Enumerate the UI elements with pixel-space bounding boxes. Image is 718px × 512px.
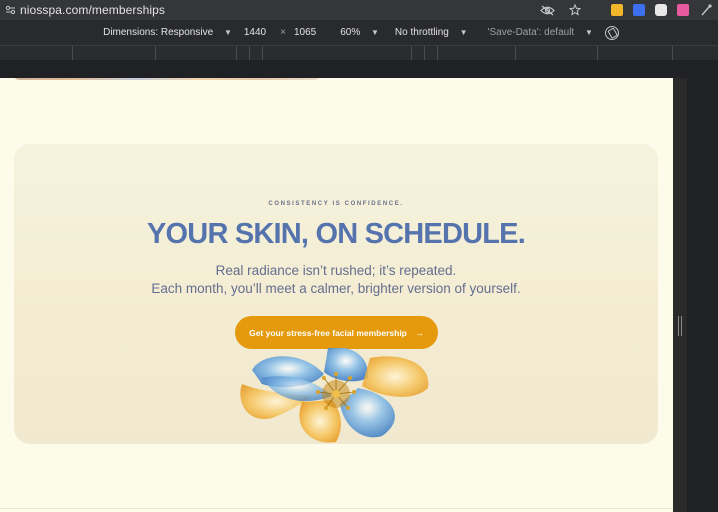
eyebrow-text: CONSISTENCY IS CONFIDENCE. bbox=[268, 201, 404, 207]
resize-handle-icon[interactable] bbox=[678, 316, 682, 336]
ruler-tick bbox=[411, 46, 412, 60]
hero-subtext-line-2: Each month, you’ll meet a calmer, bright… bbox=[151, 281, 521, 296]
previous-section-image bbox=[12, 78, 322, 80]
extension-icon[interactable] bbox=[655, 4, 667, 16]
ruler-tick bbox=[236, 46, 237, 60]
viewport-top-gap bbox=[0, 60, 718, 78]
hero-subtext-line-1: Real radiance isn’t rushed; it’s repeate… bbox=[215, 263, 457, 278]
url-text[interactable]: niosspa.com/memberships bbox=[20, 3, 165, 17]
extension-icon[interactable] bbox=[633, 4, 645, 16]
save-data-label: 'Save-Data': default bbox=[487, 27, 575, 38]
glass-flower-image bbox=[240, 348, 429, 443]
browser-actions bbox=[532, 0, 718, 20]
zoom-label: 60% bbox=[340, 27, 361, 38]
section-divider bbox=[0, 508, 673, 509]
zoom-select[interactable]: 60% ▼ bbox=[336, 27, 383, 38]
ruler-tick bbox=[597, 46, 598, 60]
height-input[interactable]: 1065 bbox=[294, 27, 316, 38]
membership-hero-card: CONSISTENCY IS CONFIDENCE. YOUR SKIN, ON… bbox=[14, 144, 658, 444]
viewport-resizer[interactable] bbox=[673, 78, 687, 512]
extension-icon[interactable] bbox=[611, 4, 623, 16]
site-info-icon[interactable] bbox=[0, 0, 20, 20]
star-icon[interactable] bbox=[562, 0, 588, 20]
ruler-tick bbox=[424, 46, 425, 60]
ruler-tick bbox=[437, 46, 438, 60]
extension-icon[interactable] bbox=[677, 4, 689, 16]
caret-down-icon: ▼ bbox=[459, 28, 468, 37]
ruler-tick bbox=[515, 46, 516, 60]
eye-off-icon[interactable] bbox=[532, 0, 562, 20]
caret-down-icon: ▼ bbox=[371, 28, 379, 37]
throttling-select[interactable]: No throttling ▼ bbox=[391, 27, 472, 38]
rotate-icon[interactable] bbox=[602, 22, 622, 43]
device-toolbar: Dimensions: Responsive ▼ 1440 × 1065 60%… bbox=[0, 20, 718, 46]
caret-down-icon: ▼ bbox=[223, 28, 232, 37]
cta-label: Get your stress-free facial membership bbox=[249, 327, 407, 338]
dimensions-select[interactable]: Dimensions: Responsive ▼ bbox=[99, 27, 236, 38]
save-data-select[interactable]: 'Save-Data': default ▼ bbox=[484, 27, 597, 38]
membership-cta-button[interactable]: Get your stress-free facial membership → bbox=[235, 316, 438, 349]
ruler-tick bbox=[262, 46, 263, 60]
ruler-tick bbox=[72, 46, 73, 60]
width-input[interactable]: 1440 bbox=[244, 27, 266, 38]
caret-down-icon: ▼ bbox=[584, 28, 593, 37]
media-query-ruler[interactable] bbox=[0, 46, 718, 60]
ruler-tick bbox=[155, 46, 156, 60]
dimensions-label: Dimensions: Responsive bbox=[103, 27, 214, 38]
ruler-tick bbox=[249, 46, 250, 60]
browser-address-bar: niosspa.com/memberships bbox=[0, 0, 718, 20]
arrow-right-icon: → bbox=[414, 327, 424, 338]
throttling-label: No throttling bbox=[394, 27, 449, 38]
page-viewport: CONSISTENCY IS CONFIDENCE. YOUR SKIN, ON… bbox=[0, 78, 673, 512]
extension-divider bbox=[588, 0, 606, 20]
hero-headline: YOUR SKIN, ON SCHEDULE. bbox=[147, 218, 526, 250]
ruler-tick bbox=[672, 46, 673, 60]
eyedropper-icon[interactable] bbox=[694, 0, 718, 20]
times-symbol: × bbox=[280, 27, 286, 38]
